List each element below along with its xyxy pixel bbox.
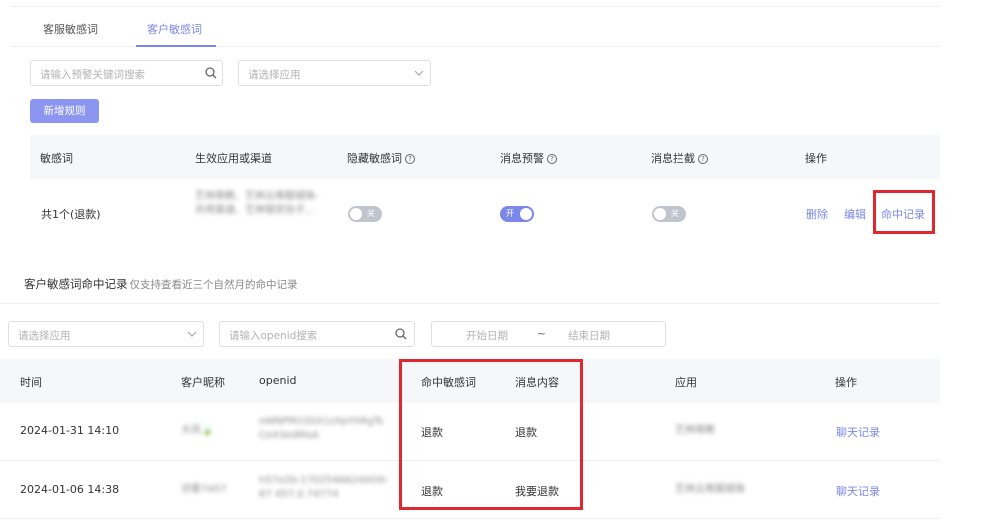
chevron-down-icon — [414, 70, 424, 76]
message-block-toggle[interactable]: 关 — [652, 206, 686, 222]
rule-apps-cell: 艺林萌教、艺林云南服城珠-共将渠道、艺林银宾协子... — [195, 191, 319, 216]
rules-table-header: 敏感词 生效应用或渠道 隐藏敏感词? 消息预警? 消息拦截? 操作 — [30, 135, 940, 179]
chat-record-link[interactable]: 聊天记录 — [836, 424, 880, 440]
chat-record-link[interactable]: 聊天记录 — [836, 483, 880, 499]
col-ops: 操作 — [805, 152, 827, 165]
start-date-field[interactable]: 开始日期 — [466, 328, 508, 343]
col-time: 时间 — [20, 376, 42, 389]
time-cell: 2024-01-31 14:10 — [20, 424, 120, 437]
tab-customer-sensitive-words[interactable]: 客户敏感词 — [147, 21, 202, 37]
message-warning-toggle[interactable]: 开 — [500, 206, 534, 222]
col-nick: 客户昵称 — [181, 376, 225, 389]
col-app: 应用 — [675, 376, 697, 389]
col-word: 敏感词 — [40, 152, 73, 165]
chevron-down-icon — [187, 331, 197, 337]
edit-rule-link[interactable]: 编辑 — [844, 206, 866, 222]
search-icon — [395, 328, 407, 340]
openid-cell: oWNPM1SSX1zXpYhRgTs Ce43edMxA — [259, 416, 384, 441]
record-app-select[interactable]: 请选择应用 — [8, 321, 204, 347]
highlight-box-hit-columns — [399, 359, 583, 510]
time-cell: 2024-01-06 14:38 — [20, 483, 120, 496]
nick-cell: 访客7457 — [181, 484, 227, 495]
openid-cell: h57e2b-17025466240O0-67 457.0.74774 — [259, 475, 389, 500]
app-select[interactable]: 请选择应用 — [238, 60, 431, 86]
rules-panel: 客服敏感词 客户敏感词 请输入预警关键词搜索 请选择应用 新增规则 敏感词 生效… — [10, 6, 940, 252]
openid-search-input[interactable]: 请输入openid搜索 — [219, 321, 415, 347]
rule-word-cell: 共1个(退款) — [41, 208, 101, 221]
active-tab-indicator — [136, 45, 216, 47]
hide-word-toggle[interactable]: 关 — [348, 206, 382, 222]
tab-bar: 客服敏感词 客户敏感词 — [10, 7, 940, 47]
row-divider — [0, 518, 940, 519]
col-block: 消息拦截? — [651, 150, 708, 166]
col-apps: 生效应用或渠道 — [195, 152, 272, 165]
search-icon — [205, 67, 217, 79]
app-cell: 艺林萌教 — [675, 425, 715, 436]
hit-records-title: 客户敏感词命中记录 仅支持查看近三个自然月的命中记录 — [24, 277, 298, 291]
col-hide: 隐藏敏感词? — [347, 150, 415, 166]
help-icon: ? — [547, 154, 557, 164]
highlight-box-hit-record — [873, 190, 935, 234]
help-icon: ? — [698, 154, 708, 164]
col-openid: openid — [259, 374, 297, 387]
hit-records-subtitle: 仅支持查看近三个自然月的命中记录 — [129, 279, 298, 291]
add-rule-button[interactable]: 新增规则 — [30, 99, 99, 123]
col-ops: 操作 — [835, 376, 857, 389]
col-warn: 消息预警? — [500, 150, 557, 166]
date-range-picker[interactable]: 开始日期 ~ 结束日期 — [431, 321, 666, 347]
tab-staff-sensitive-words[interactable]: 客服敏感词 — [43, 21, 98, 37]
keyword-search-input[interactable]: 请输入预警关键词搜索 — [30, 60, 223, 86]
end-date-field[interactable]: 结束日期 — [568, 328, 610, 343]
hit-records-header: 客户敏感词命中记录 仅支持查看近三个自然月的命中记录 — [0, 260, 940, 304]
help-icon: ? — [405, 154, 415, 164]
app-cell: 艺林云南服城珠 — [675, 484, 745, 495]
delete-rule-link[interactable]: 删除 — [806, 206, 828, 222]
nick-cell: 大风🍃 — [181, 425, 214, 436]
